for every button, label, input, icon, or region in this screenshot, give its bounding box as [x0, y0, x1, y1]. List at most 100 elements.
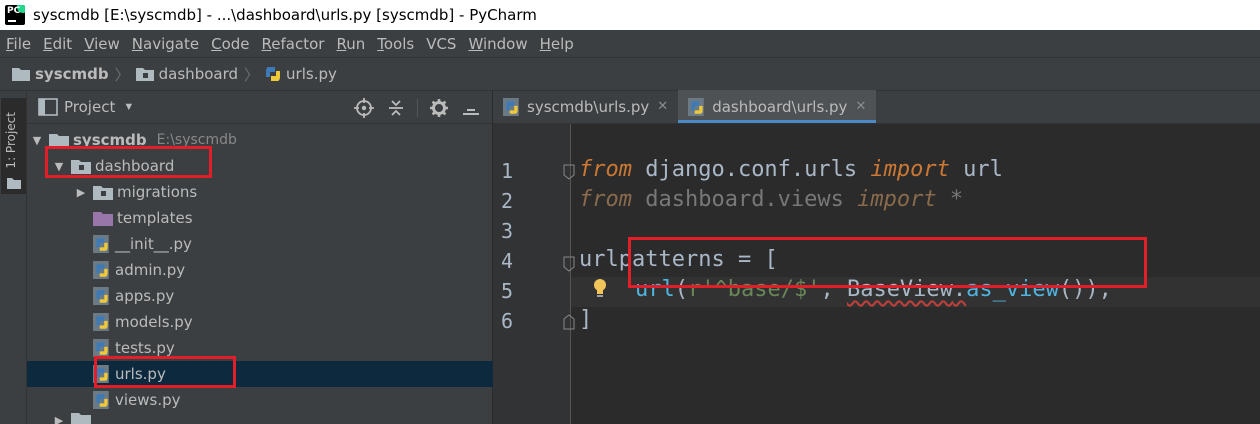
menu-label: un	[346, 34, 366, 53]
code-line-6: ]	[579, 307, 593, 332]
breadcrumb-folder[interactable]: dashboard	[135, 65, 238, 83]
package-folder-icon	[135, 68, 154, 81]
tree-item-migrations[interactable]: ▶ migrations	[27, 179, 493, 205]
folder-icon	[12, 68, 30, 81]
editor-tab-bar: syscmdb\urls.py ✕ dashboard\urls.py ✕	[493, 90, 1260, 124]
menu-mnemonic: H	[539, 34, 551, 53]
project-tool-label: 1: Project	[4, 112, 18, 169]
menu-item-refactor[interactable]: Refactor	[262, 35, 325, 53]
breadcrumb-file[interactable]: urls.py	[265, 65, 337, 83]
menu-label: ode	[221, 34, 250, 53]
tree-item-label: admin.py	[115, 261, 186, 279]
menu-mnemonic: T	[377, 34, 384, 53]
project-view-icon	[38, 98, 58, 116]
menu-label: efactor	[271, 34, 325, 53]
tab-label: syscmdb\urls.py	[527, 97, 650, 116]
project-tool-tab[interactable]: 1: Project	[1, 98, 26, 194]
menu-label: ools	[383, 34, 415, 53]
breadcrumb-separator: 〉	[114, 66, 130, 84]
fold-marker-icon[interactable]	[563, 164, 575, 180]
annotation-box-urls	[94, 356, 236, 388]
python-file-icon	[503, 97, 519, 116]
collapse-arrow-icon[interactable]: ▶	[53, 414, 65, 424]
line-number: 2	[501, 189, 514, 213]
annotation-box-code	[628, 237, 1147, 288]
line-number: 3	[501, 219, 514, 243]
menu-item-help[interactable]: Help	[540, 35, 574, 53]
line-number: 4	[501, 249, 514, 273]
fold-marker-icon[interactable]	[563, 314, 575, 330]
package-folder-icon	[93, 185, 113, 200]
annotation-box-dashboard	[45, 146, 212, 178]
toolbar-divider	[417, 99, 418, 117]
menu-label: elp	[550, 34, 574, 53]
tree-item-label: apps.py	[115, 287, 175, 305]
project-panel-header: Project ▼	[27, 91, 492, 124]
python-file-icon	[93, 313, 111, 331]
expand-arrow-icon[interactable]: ▼	[31, 134, 43, 147]
close-icon[interactable]: ✕	[657, 99, 668, 114]
menu-mnemonic: R	[261, 34, 272, 53]
tab-label: dashboard\urls.py	[712, 97, 848, 116]
menu-mnemonic: E	[43, 34, 53, 53]
line-number: 1	[501, 159, 514, 183]
tree-item-apps[interactable]: apps.py	[27, 283, 493, 309]
dropdown-caret-icon[interactable]: ▼	[123, 101, 134, 113]
breadcrumb-separator: 〉	[244, 66, 260, 84]
fold-marker-icon[interactable]	[563, 256, 575, 272]
package-folder-icon	[71, 413, 91, 424]
lightbulb-icon[interactable]	[591, 277, 609, 299]
gear-icon[interactable]	[428, 97, 450, 119]
tree-item-partial[interactable]: ▶	[27, 413, 493, 424]
tree-item-label: models.py	[115, 313, 193, 331]
menu-mnemonic: W	[468, 34, 483, 53]
tree-item-init[interactable]: __init__.py	[27, 231, 493, 257]
menu-item-view[interactable]: View	[84, 35, 120, 53]
hide-panel-icon[interactable]	[460, 97, 482, 119]
python-file-icon	[93, 287, 111, 305]
collapse-all-icon[interactable]	[385, 97, 407, 119]
menu-item-navigate[interactable]: Navigate	[132, 35, 199, 53]
breadcrumb-root[interactable]: syscmdb	[12, 65, 109, 83]
menu-label: indow	[482, 34, 528, 53]
menu-label: dit	[52, 34, 73, 53]
menu-item-run[interactable]: Run	[336, 35, 365, 53]
tree-item-admin[interactable]: admin.py	[27, 257, 493, 283]
code-line-1: from django.conf.urls import url	[579, 157, 1003, 182]
menu-mnemonic: V	[84, 34, 95, 53]
menu-label: VCS	[426, 34, 457, 53]
menu-label: ile	[13, 34, 32, 53]
collapse-arrow-icon[interactable]: ▶	[75, 186, 87, 199]
tree-item-label: __init__.py	[115, 235, 192, 253]
tab-syscmdb-urls[interactable]: syscmdb\urls.py ✕	[493, 90, 678, 123]
tree-item-label: migrations	[117, 183, 198, 201]
code-line-2: from dashboard.views import *	[579, 187, 964, 212]
line-number: 5	[501, 279, 514, 303]
menu-item-code[interactable]: Code	[211, 35, 249, 53]
menu-item-tools[interactable]: Tools	[377, 35, 414, 53]
menu-mnemonic: N	[131, 34, 144, 53]
python-file-icon	[93, 261, 111, 279]
templates-folder-icon	[93, 211, 113, 226]
menu-mnemonic: C	[211, 34, 222, 53]
tree-item-label: templates	[117, 209, 193, 227]
menu-item-file[interactable]: File	[6, 35, 31, 53]
tab-dashboard-urls[interactable]: dashboard\urls.py ✕	[678, 90, 877, 123]
tree-item-templates[interactable]: templates	[27, 205, 493, 231]
menu-label: avigate	[143, 34, 200, 53]
tree-item-models[interactable]: models.py	[27, 309, 493, 335]
tree-item-views[interactable]: views.py	[27, 387, 493, 413]
python-file-icon	[266, 67, 281, 81]
python-file-icon	[93, 339, 111, 357]
menu-item-vcs[interactable]: VCS	[426, 35, 456, 53]
tree-item-label: views.py	[115, 391, 181, 409]
locate-file-icon[interactable]	[353, 97, 375, 119]
window-title: syscmdb [E:\syscmdb] - ...\dashboard\url…	[33, 6, 537, 24]
menu-item-edit[interactable]: Edit	[43, 35, 72, 53]
project-panel-title[interactable]: Project	[64, 98, 115, 116]
title-bar: PC syscmdb [E:\syscmdb] - ...\dashboard\…	[0, 0, 1260, 30]
menu-item-window[interactable]: Window	[468, 35, 527, 53]
close-icon[interactable]: ✕	[855, 99, 866, 114]
python-file-icon	[688, 97, 704, 116]
menu-mnemonic: F	[6, 34, 14, 53]
